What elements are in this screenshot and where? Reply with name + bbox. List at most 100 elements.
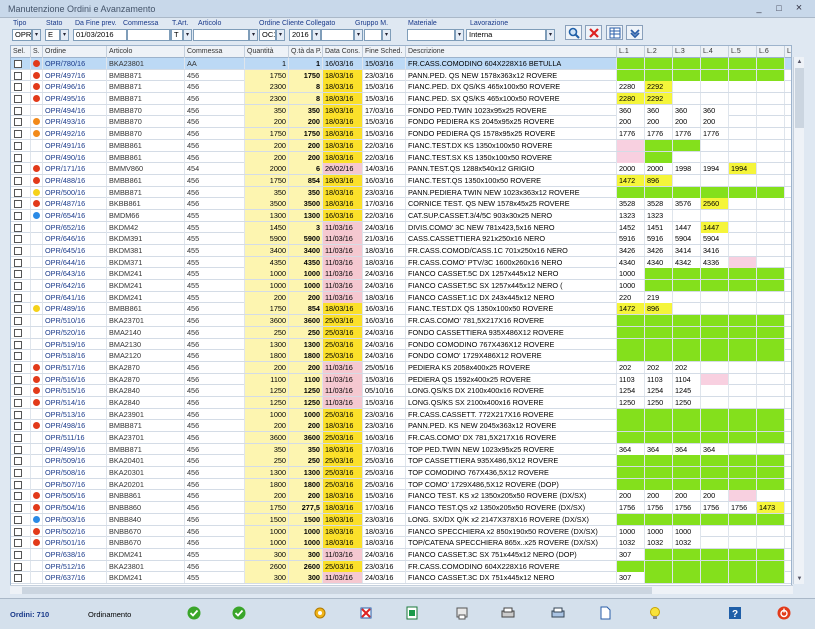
row-checkbox[interactable] xyxy=(14,492,22,501)
table-row[interactable]: OPR/499/16 BMBB871 456 350 350 18/03/16 17/03/… xyxy=(11,443,791,456)
select-cell[interactable] xyxy=(11,315,31,327)
table-row[interactable]: OPR/491/16 BMBB861 456 200 200 18/03/16 22/03/… xyxy=(11,139,791,152)
select-cell[interactable] xyxy=(11,478,31,490)
row-checkbox[interactable] xyxy=(14,398,22,407)
row-checkbox[interactable] xyxy=(14,200,22,209)
table-row[interactable]: OPR/512/16 BKA23801 456 2600 2600 25/03/16 23/… xyxy=(11,560,791,573)
select-cell[interactable] xyxy=(11,163,31,175)
column-header[interactable]: Sel. xyxy=(11,46,31,58)
chevron-down-icon[interactable]: ▾ xyxy=(276,29,285,41)
column-header[interactable]: L.7 xyxy=(785,46,791,58)
column-header[interactable]: Ordine xyxy=(43,46,107,58)
table-row[interactable]: OPR/517/16 BKA2870 456 200 200 11/03/16 25/05/… xyxy=(11,361,791,374)
row-checkbox[interactable] xyxy=(14,141,22,150)
chevron-down-icon[interactable]: ▾ xyxy=(546,29,555,41)
select-cell[interactable] xyxy=(11,81,31,93)
table-row[interactable]: OPR/644/16 BKDM371 455 4350 4350 11/03/16 18/0… xyxy=(11,256,791,269)
row-checkbox[interactable] xyxy=(14,375,22,384)
minimize-button[interactable]: _ xyxy=(752,3,766,14)
horizontal-scrollbar[interactable] xyxy=(10,585,793,594)
select-cell[interactable] xyxy=(11,420,31,432)
select-cell[interactable] xyxy=(11,245,31,256)
table-row[interactable]: OPR/508/16 BKA20301 456 1300 1300 25/03/16 25/… xyxy=(11,467,791,479)
check-icon[interactable] xyxy=(186,605,202,621)
select-cell[interactable] xyxy=(11,502,31,514)
print-icon[interactable] xyxy=(550,605,566,621)
row-checkbox[interactable] xyxy=(14,328,22,337)
column-header[interactable]: S. xyxy=(31,46,43,58)
select-cell[interactable] xyxy=(11,361,31,373)
row-checkbox[interactable] xyxy=(14,60,22,68)
row-checkbox[interactable] xyxy=(14,130,22,139)
table-row[interactable]: OPR/490/16 BMBB861 456 200 200 18/03/16 22/03/… xyxy=(11,151,791,164)
table-row[interactable]: OPR/493/16 BMBB870 456 200 200 18/03/16 15/03/… xyxy=(11,116,791,129)
column-header[interactable]: L.1 xyxy=(617,46,645,58)
row-checkbox[interactable] xyxy=(14,410,22,419)
filter-field[interactable]: T xyxy=(171,29,183,41)
table-row[interactable]: OPR/638/16 BKDM241 455 300 300 11/03/16 24/03/… xyxy=(11,548,791,561)
row-checkbox[interactable] xyxy=(14,504,22,513)
vertical-scrollbar[interactable]: ▲ ▼ xyxy=(793,57,804,584)
row-checkbox[interactable] xyxy=(14,176,22,185)
row-checkbox[interactable] xyxy=(14,445,22,454)
chevron-down-icon[interactable]: ▾ xyxy=(32,29,41,41)
select-cell[interactable] xyxy=(11,198,31,210)
table-row[interactable]: OPR/645/16 BKDM381 455 3400 3400 11/03/16 18/0… xyxy=(11,245,791,257)
filter-field[interactable] xyxy=(364,29,382,41)
table-row[interactable]: OPR/505/16 BNBB861 456 200 200 18/03/16 15/03/… xyxy=(11,490,791,503)
row-checkbox[interactable] xyxy=(14,165,22,174)
filter-field[interactable] xyxy=(321,29,354,41)
chevron-down-icon[interactable]: ▾ xyxy=(312,29,321,41)
row-checkbox[interactable] xyxy=(14,434,22,442)
table-row[interactable]: OPR/488/16 BMBB861 456 1750 854 18/03/16 16/03… xyxy=(11,174,791,187)
select-cell[interactable] xyxy=(11,280,31,292)
column-header[interactable]: L.5 xyxy=(729,46,757,58)
filter-field[interactable] xyxy=(407,29,455,41)
select-cell[interactable] xyxy=(11,256,31,268)
row-checkbox[interactable] xyxy=(14,106,22,115)
table-row[interactable]: OPR/518/16 BMA2120 456 1800 1800 25/03/16 24/0… xyxy=(11,350,791,362)
chevron-down-icon[interactable]: ▾ xyxy=(183,29,192,41)
select-cell[interactable] xyxy=(11,303,31,315)
scroll-thumb[interactable] xyxy=(795,68,804,128)
select-cell[interactable] xyxy=(11,209,31,221)
select-cell[interactable] xyxy=(11,408,31,420)
filter-field[interactable] xyxy=(127,29,170,41)
select-cell[interactable] xyxy=(11,104,31,116)
select-cell[interactable] xyxy=(11,233,31,245)
table-row[interactable]: OPR/513/16 BKA23901 456 1000 1000 25/03/16 23/… xyxy=(11,408,791,421)
filter-field[interactable]: 01/03/2016 xyxy=(73,29,127,41)
table-row[interactable]: OPR/500/16 BMBB871 456 350 350 18/03/16 23/03/… xyxy=(11,186,791,199)
row-checkbox[interactable] xyxy=(14,550,22,559)
select-cell[interactable] xyxy=(11,455,31,467)
row-checkbox[interactable] xyxy=(14,153,22,162)
row-checkbox[interactable] xyxy=(14,515,22,524)
orders-grid[interactable]: Sel. S. Ordine Articolo Commessa Quantità Q.tà… xyxy=(10,45,792,594)
scroll-down-icon[interactable]: ▼ xyxy=(794,574,805,584)
lightbulb-icon[interactable] xyxy=(647,605,663,621)
document-icon[interactable] xyxy=(597,605,613,621)
column-header[interactable]: Fine Sched. xyxy=(363,46,406,58)
row-checkbox[interactable] xyxy=(14,223,22,232)
table-row[interactable]: OPR/504/16 BNBB860 456 1750 277,5 18/03/16 17/… xyxy=(11,502,791,514)
column-header[interactable]: L.3 xyxy=(673,46,701,58)
row-checkbox[interactable] xyxy=(14,270,22,279)
table-row[interactable]: OPR/516/16 BKA2870 456 1100 1100 11/03/16 15/0… xyxy=(11,373,791,386)
scroll-up-icon[interactable]: ▲ xyxy=(794,57,805,67)
table-row[interactable]: OPR/515/16 BKA2840 456 1250 1250 11/03/16 05/1… xyxy=(11,385,791,397)
row-checkbox[interactable] xyxy=(14,247,22,255)
column-header[interactable]: Articolo xyxy=(107,46,185,58)
filter-field[interactable]: OC1 xyxy=(259,29,276,41)
select-cell[interactable] xyxy=(11,291,31,303)
select-cell[interactable] xyxy=(11,58,31,69)
row-checkbox[interactable] xyxy=(14,363,22,372)
table-row[interactable]: OPR/643/16 BKDM241 455 1000 1000 11/03/16 24/0… xyxy=(11,268,791,281)
filter-field[interactable]: Interna xyxy=(466,29,546,41)
row-checkbox[interactable] xyxy=(14,527,22,536)
select-cell[interactable] xyxy=(11,174,31,186)
column-header[interactable]: Quantità xyxy=(245,46,289,58)
delete-icon[interactable] xyxy=(358,605,374,621)
row-checkbox[interactable] xyxy=(14,480,22,489)
chevron-down-icon[interactable]: ▾ xyxy=(382,29,391,41)
select-cell[interactable] xyxy=(11,350,31,362)
